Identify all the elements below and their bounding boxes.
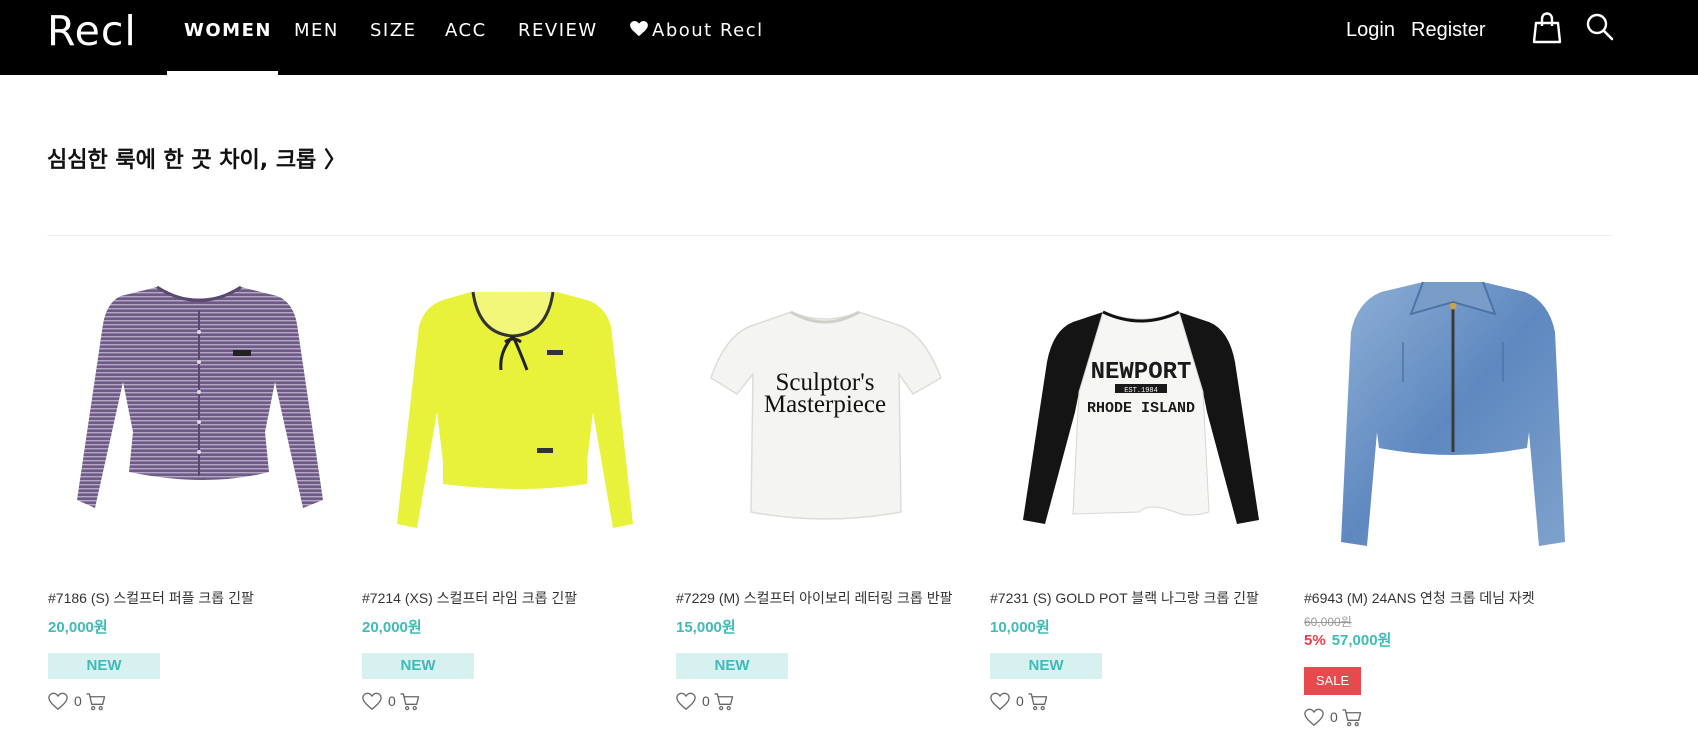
nav-review[interactable]: REVIEW xyxy=(518,18,598,44)
product-actions: 0 xyxy=(1304,706,1363,728)
product-price: 20,000원 xyxy=(48,619,108,636)
active-nav-indicator xyxy=(167,71,278,75)
section-title-crop[interactable]: 심심한 룩에 한 끗 차이, 크롭 〉 xyxy=(47,146,346,176)
product-name[interactable]: #6943 (M) 24ANS 연청 크롭 데님 자켓 xyxy=(1304,588,1604,608)
product-name[interactable]: #7231 (S) GOLD POT 블랙 나그랑 크롭 긴팔 xyxy=(990,588,1290,608)
product-card: NEWPORT EST.1984 RHODE ISLAND #7231 (S) … xyxy=(989,262,1289,732)
cart-icon[interactable] xyxy=(399,692,421,711)
product-actions: 0 xyxy=(362,690,421,712)
raglan-print-line1: NEWPORT xyxy=(1091,359,1192,386)
product-card: #7186 (S) 스컬프터 퍼플 크롭 긴팔 20,000원 NEW 0 xyxy=(47,262,347,732)
product-card: #6943 (M) 24ANS 연청 크롭 데님 자켓 60,000원 5% 57… xyxy=(1303,262,1603,732)
cart-icon[interactable] xyxy=(713,692,735,711)
product-actions: 0 xyxy=(48,690,107,712)
nav-about[interactable]: About Recl xyxy=(630,18,764,44)
like-heart-icon[interactable] xyxy=(1304,708,1324,727)
original-price: 60,000원 xyxy=(1304,615,1352,629)
nav-about-label: About Recl xyxy=(652,20,764,41)
nav-women[interactable]: WOMEN xyxy=(184,18,272,44)
product-price: 15,000원 xyxy=(676,619,736,636)
product-image[interactable] xyxy=(361,262,661,562)
product-image[interactable] xyxy=(1303,262,1603,562)
new-badge: NEW xyxy=(990,653,1102,679)
product-actions: 0 xyxy=(676,690,735,712)
product-image[interactable]: NEWPORT EST.1984 RHODE ISLAND xyxy=(989,262,1289,562)
login-link[interactable]: Login xyxy=(1346,16,1395,44)
top-navigation-bar: Recl WOMEN MEN SIZE ACC REVIEW About Rec… xyxy=(0,0,1698,75)
new-badge: NEW xyxy=(362,653,474,679)
sale-price-line: 5% 57,000원 xyxy=(1304,631,1391,651)
search-icon[interactable] xyxy=(1585,12,1615,44)
site-logo[interactable]: Recl xyxy=(47,6,137,56)
like-count: 0 xyxy=(388,693,396,709)
raglan-print-line2: EST.1984 xyxy=(1124,387,1158,395)
product-actions: 0 xyxy=(990,690,1049,712)
nav-size[interactable]: SIZE xyxy=(370,18,416,44)
product-price: 57,000원 xyxy=(1331,632,1392,649)
like-count: 0 xyxy=(74,693,82,709)
nav-men[interactable]: MEN xyxy=(294,18,339,44)
raglan-print-line3: RHODE ISLAND xyxy=(1087,400,1195,417)
heart-icon xyxy=(630,21,648,37)
cart-icon[interactable] xyxy=(1341,708,1363,727)
like-heart-icon[interactable] xyxy=(990,692,1010,711)
new-badge: NEW xyxy=(48,653,160,679)
nav-acc[interactable]: ACC xyxy=(445,18,487,44)
product-price: 20,000원 xyxy=(362,619,422,636)
product-card: Sculptor's Masterpiece #7229 (M) 스컬프터 아이… xyxy=(675,262,975,732)
shopping-bag-icon[interactable] xyxy=(1532,12,1562,44)
discount-rate: 5% xyxy=(1304,632,1326,649)
like-heart-icon[interactable] xyxy=(676,692,696,711)
sale-badge: SALE xyxy=(1304,667,1361,695)
new-badge: NEW xyxy=(676,653,788,679)
product-name[interactable]: #7186 (S) 스컬프터 퍼플 크롭 긴팔 xyxy=(48,588,348,608)
section-divider xyxy=(47,235,1612,236)
like-count: 0 xyxy=(702,693,710,709)
product-card: #7214 (XS) 스컬프터 라임 크롭 긴팔 20,000원 NEW 0 xyxy=(361,262,661,732)
cart-icon[interactable] xyxy=(1027,692,1049,711)
like-heart-icon[interactable] xyxy=(48,692,68,711)
like-count: 0 xyxy=(1016,693,1024,709)
like-heart-icon[interactable] xyxy=(362,692,382,711)
tee-print-line2: Masterpiece xyxy=(764,391,886,418)
product-image[interactable] xyxy=(47,262,347,562)
product-price: 10,000원 xyxy=(990,619,1050,636)
product-image[interactable]: Sculptor's Masterpiece xyxy=(675,262,975,562)
cart-icon[interactable] xyxy=(85,692,107,711)
product-name[interactable]: #7229 (M) 스컬프터 아이보리 레터링 크롭 반팔 xyxy=(676,588,976,608)
like-count: 0 xyxy=(1330,709,1338,725)
register-link[interactable]: Register xyxy=(1411,16,1485,44)
product-name[interactable]: #7214 (XS) 스컬프터 라임 크롭 긴팔 xyxy=(362,588,662,608)
